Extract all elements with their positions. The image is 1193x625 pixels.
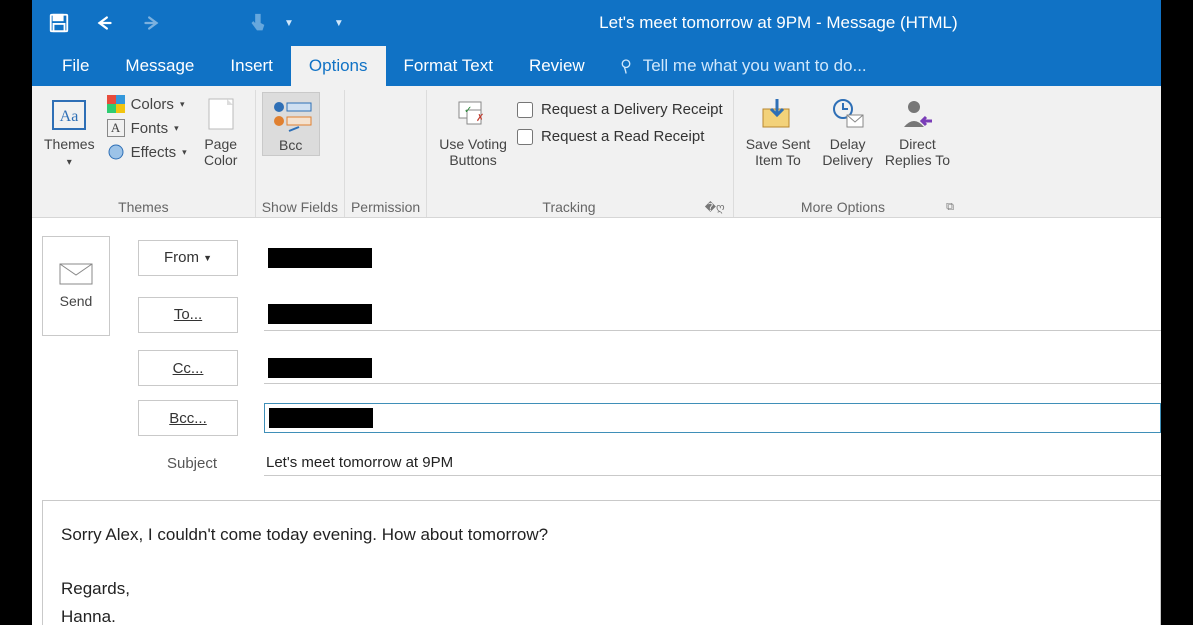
touch-mode-icon[interactable] (246, 12, 268, 34)
title-bar: ▼ ▼ Let's meet tomorrow at 9PM - Message… (32, 0, 1161, 46)
voting-buttons-button[interactable]: ✓✗ Use Voting Buttons (433, 92, 513, 170)
cc-field[interactable]: . (264, 352, 1161, 384)
undo-icon[interactable] (94, 12, 116, 34)
svg-text:✗: ✗ (476, 113, 484, 124)
to-field[interactable]: . (264, 299, 1161, 331)
more-options-launcher-icon[interactable]: ⧉ (946, 201, 956, 217)
fonts-icon: A (107, 119, 125, 137)
window-border-left (0, 0, 32, 625)
delivery-receipt-checkbox[interactable]: Request a Delivery Receipt (517, 98, 723, 121)
ribbon-options: Aa Themes▾ Colors▾ A Fonts▾ Effe (32, 86, 1161, 218)
bcc-address-redacted: . (269, 408, 373, 428)
themes-button[interactable]: Aa Themes▾ (38, 92, 101, 171)
delivery-receipt-input[interactable] (517, 102, 533, 118)
tab-format-text[interactable]: Format Text (386, 46, 511, 86)
outlook-compose-window: ▼ ▼ Let's meet tomorrow at 9PM - Message… (32, 0, 1161, 625)
to-address-redacted: . (268, 304, 372, 324)
group-label-show-fields: Show Fields (262, 195, 338, 217)
quick-access-toolbar: ▼ ▼ (40, 12, 344, 34)
envelope-icon (59, 263, 93, 285)
svg-text:✓: ✓ (464, 105, 472, 116)
page-color-button[interactable]: Page Color (193, 92, 249, 170)
group-more-options: Save Sent Item To Delay Delivery Direct … (734, 90, 962, 217)
tab-file[interactable]: File (44, 46, 107, 86)
direct-replies-button[interactable]: Direct Replies To (879, 92, 956, 170)
tab-insert[interactable]: Insert (212, 46, 291, 86)
tracking-launcher-icon[interactable]: �ღ (705, 201, 727, 217)
tab-message[interactable]: Message (107, 46, 212, 86)
group-themes: Aa Themes▾ Colors▾ A Fonts▾ Effe (32, 90, 256, 217)
effects-button[interactable]: Effects▾ (105, 142, 189, 162)
read-receipt-checkbox[interactable]: Request a Read Receipt (517, 125, 723, 148)
bcc-field[interactable]: . (264, 403, 1161, 433)
cc-button[interactable]: Cc... (138, 350, 238, 386)
subject-input[interactable] (264, 450, 1161, 476)
send-button[interactable]: Send (42, 236, 110, 336)
window-border-right (1161, 0, 1193, 625)
subject-label: Subject (138, 455, 246, 472)
colors-icon (107, 95, 125, 113)
message-body[interactable]: Sorry Alex, I couldn't come today evenin… (42, 500, 1161, 625)
dropdown-icon[interactable]: ▼ (284, 18, 294, 29)
bcc-button[interactable]: Bcc... (138, 400, 238, 436)
group-permission: Permission (345, 90, 427, 217)
from-address-redacted: . (268, 248, 372, 268)
save-sent-item-button[interactable]: Save Sent Item To (740, 92, 817, 170)
ribbon-tabs: File Message Insert Options Format Text … (32, 46, 1161, 86)
fonts-button[interactable]: A Fonts▾ (105, 118, 189, 138)
window-title: Let's meet tomorrow at 9PM - Message (HT… (344, 13, 1153, 33)
bcc-button[interactable]: Bcc (262, 92, 320, 156)
group-label-more-options: More Options (740, 195, 946, 217)
effects-icon (107, 143, 125, 161)
to-button[interactable]: To... (138, 297, 238, 333)
tell-me-label: Tell me what you want to do... (643, 56, 867, 76)
group-show-fields: Bcc Show Fields (256, 90, 345, 217)
from-field[interactable]: . (264, 242, 1161, 274)
read-receipt-input[interactable] (517, 129, 533, 145)
delay-delivery-button[interactable]: Delay Delivery (816, 92, 879, 170)
tab-options[interactable]: Options (291, 46, 386, 86)
compose-area: Send From ▼ . To... . Cc... . Bcc... . (32, 218, 1161, 625)
group-tracking: ✓✗ Use Voting Buttons Request a Delivery… (427, 90, 733, 217)
tell-me-search[interactable]: Tell me what you want to do... (603, 46, 867, 86)
svg-text:Aa: Aa (60, 108, 79, 125)
qat-customize-icon[interactable]: ▼ (334, 18, 344, 29)
group-label-tracking: Tracking (433, 195, 705, 217)
redo-icon[interactable] (140, 12, 162, 34)
from-button[interactable]: From ▼ (138, 240, 238, 276)
save-icon[interactable] (48, 12, 70, 34)
tab-review[interactable]: Review (511, 46, 603, 86)
colors-button[interactable]: Colors▾ (105, 94, 189, 114)
cc-address-redacted: . (268, 358, 372, 378)
group-label-permission: Permission (351, 195, 420, 217)
group-label-themes: Themes (38, 195, 249, 217)
